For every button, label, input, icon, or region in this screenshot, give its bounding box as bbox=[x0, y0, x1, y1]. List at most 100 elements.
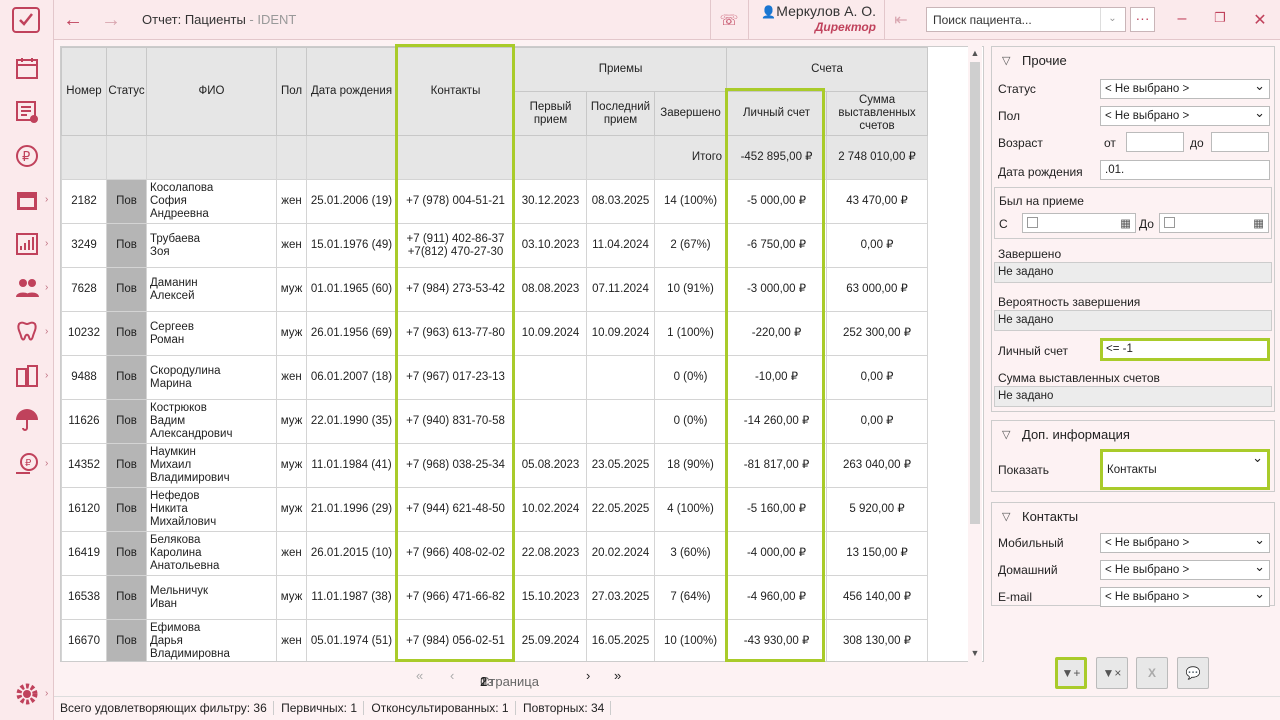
status-primary: Первичных: 1 bbox=[281, 701, 365, 715]
cell-personal: -4 000,00 ₽ bbox=[726, 531, 828, 576]
done-label: Завершено bbox=[998, 247, 1062, 261]
sex-select[interactable]: < Не выбрано > bbox=[1100, 105, 1270, 126]
header-personal-account[interactable]: Личный счет bbox=[726, 91, 828, 136]
clear-filter-button[interactable]: ▼× bbox=[1096, 657, 1128, 689]
total-sum: 2 748 010,00 ₽ bbox=[826, 135, 929, 180]
cell-fio: Ефимова Дарья Владимировна bbox=[146, 619, 277, 661]
cell-last: 10.09.2024 bbox=[586, 311, 655, 356]
cell-sum: 5 920,00 ₽ bbox=[826, 487, 929, 532]
header-first-visit[interactable]: Первый прием bbox=[514, 91, 587, 136]
app-logo-icon[interactable] bbox=[12, 7, 40, 33]
table-row[interactable]: 7628 Пов Даманин Алексей муж 01.01.1965 (60) +… bbox=[61, 267, 929, 312]
apply-filter-button[interactable]: ▼+ bbox=[1055, 657, 1087, 689]
cell-personal: -220,00 ₽ bbox=[726, 311, 828, 356]
home-select[interactable]: < Не выбрано > bbox=[1100, 559, 1270, 580]
restore-icon[interactable]: ❐ bbox=[1210, 10, 1230, 30]
phone-icon[interactable]: ☏ bbox=[716, 8, 742, 32]
cell-first: 30.12.2023 bbox=[514, 179, 587, 224]
table-row[interactable]: 16538 Пов Мельничук Иван муж 11.01.1987 (38) +… bbox=[61, 575, 929, 620]
header-done[interactable]: Завершено bbox=[653, 91, 728, 136]
visit-range-box: Был на приеме С ▦ До ▦ bbox=[994, 187, 1272, 239]
cell-fio: Скородулина Марина bbox=[146, 355, 277, 400]
ruble-icon[interactable]: ₽ bbox=[10, 140, 44, 172]
calendar-icon[interactable] bbox=[10, 52, 44, 84]
cell-dob: 26.01.2015 (10) bbox=[306, 531, 397, 576]
header-num[interactable]: Номер bbox=[61, 47, 107, 136]
personal-account-input[interactable]: <= -1 bbox=[1100, 338, 1270, 361]
header-status[interactable]: Статус bbox=[106, 47, 147, 136]
last-page-icon[interactable]: » bbox=[614, 668, 621, 683]
cell-status: Пов bbox=[106, 531, 147, 576]
page-title: Отчет: Пациенты - IDENT bbox=[142, 12, 297, 27]
first-page-icon[interactable]: « bbox=[416, 668, 423, 683]
minimize-icon[interactable]: – bbox=[1172, 10, 1192, 30]
cell-num: 16670 bbox=[61, 619, 107, 661]
show-label: Показать bbox=[998, 463, 1050, 477]
mobile-select[interactable]: < Не выбрано > bbox=[1100, 532, 1270, 553]
table-row[interactable]: 16419 Пов Белякова Каролина Анатольевна жен 26… bbox=[61, 531, 929, 576]
header-contacts[interactable]: Контакты bbox=[396, 47, 515, 136]
bills-sum-field[interactable]: Не задано bbox=[994, 386, 1272, 407]
probability-field[interactable]: Не задано bbox=[994, 310, 1272, 331]
tooth-icon[interactable] bbox=[10, 316, 44, 348]
clinic-icon[interactable] bbox=[10, 360, 44, 392]
message-button[interactable]: 💬 bbox=[1177, 657, 1209, 689]
gear-icon[interactable] bbox=[10, 678, 44, 710]
dob-input[interactable]: .01. bbox=[1100, 160, 1270, 180]
table-row[interactable]: 11626 Пов Кострюков Вадим Александрович муж 22… bbox=[61, 399, 929, 444]
cell-last: 22.05.2025 bbox=[586, 487, 655, 532]
payment-icon[interactable]: ₽ bbox=[10, 448, 44, 480]
group-title-contacts[interactable]: Контакты bbox=[992, 503, 1274, 529]
table-row[interactable]: 10232 Пов Сергеев Роман муж 26.01.1956 (69) +7… bbox=[61, 311, 929, 356]
cell-contacts: +7 (984) 056-02-51 bbox=[396, 619, 515, 661]
chevron-down-icon[interactable]: ⌄ bbox=[1100, 8, 1124, 31]
table-row[interactable]: 16120 Пов Нефедов Никита Михайлович муж 21.01.… bbox=[61, 487, 929, 532]
email-select[interactable]: < Не выбрано > bbox=[1100, 586, 1270, 607]
list-check-icon[interactable] bbox=[10, 96, 44, 128]
header-last-visit[interactable]: Последний прием bbox=[586, 91, 655, 136]
header-bills-sum[interactable]: Сумма выставленных счетов bbox=[826, 91, 929, 136]
visit-to-input[interactable]: ▦ bbox=[1159, 213, 1269, 233]
more-button[interactable]: ··· bbox=[1130, 7, 1155, 32]
prev-page-icon[interactable]: ‹ bbox=[450, 668, 454, 683]
table-row[interactable]: 2182 Пов Косолапова София Андреевна жен 25.01.… bbox=[61, 179, 929, 224]
header-dob[interactable]: Дата рождения bbox=[306, 47, 397, 136]
calendar-icon[interactable]: ▦ bbox=[1120, 216, 1131, 230]
age-from-input[interactable] bbox=[1126, 132, 1184, 152]
calendar-icon[interactable]: ▦ bbox=[1253, 216, 1264, 230]
total-label: Итого bbox=[653, 135, 728, 180]
search-input[interactable]: Поиск пациента... bbox=[926, 7, 1126, 32]
umbrella-icon[interactable] bbox=[10, 404, 44, 436]
chart-icon[interactable] bbox=[10, 228, 44, 260]
status-repeat: Повторных: 34 bbox=[522, 701, 612, 715]
forward-arrow-icon[interactable]: → bbox=[98, 8, 124, 32]
vertical-scrollbar[interactable]: ▲ ▼ bbox=[968, 46, 982, 662]
users-icon[interactable] bbox=[10, 272, 44, 304]
user-info[interactable]: 👤Меркулов А. О. Директор bbox=[758, 3, 876, 34]
status-select[interactable]: < Не выбрано > bbox=[1100, 78, 1270, 99]
cell-last: 27.03.2025 bbox=[586, 575, 655, 620]
table-row[interactable]: 3249 Пов Трубаева Зоя жен 15.01.1976 (49) +7 (… bbox=[61, 223, 929, 268]
done-field[interactable]: Не задано bbox=[994, 262, 1272, 283]
group-title-extra[interactable]: Доп. информация bbox=[992, 421, 1274, 447]
cell-num: 16538 bbox=[61, 575, 107, 620]
header-fio[interactable]: ФИО bbox=[146, 47, 277, 136]
table-row[interactable]: 9488 Пов Скородулина Марина жен 06.01.2007 (1… bbox=[61, 355, 929, 400]
age-to-input[interactable] bbox=[1211, 132, 1269, 152]
export-excel-button[interactable]: X bbox=[1136, 657, 1168, 689]
excel-icon: X bbox=[1147, 666, 1156, 680]
cell-done: 1 (100%) bbox=[653, 311, 728, 356]
table-row[interactable]: 16670 Пов Ефимова Дарья Владимировна жен 05.01… bbox=[61, 619, 929, 661]
show-select[interactable]: Контакты bbox=[1100, 449, 1270, 490]
close-icon[interactable]: ✕ bbox=[1250, 10, 1270, 30]
visit-from-input[interactable]: ▦ bbox=[1022, 213, 1136, 233]
next-page-icon[interactable]: › bbox=[586, 668, 590, 683]
logout-icon[interactable]: ⇤ bbox=[888, 8, 914, 32]
header-sex[interactable]: Пол bbox=[276, 47, 307, 136]
cell-done: 14 (100%) bbox=[653, 179, 728, 224]
group-title-other[interactable]: Прочие bbox=[992, 47, 1274, 73]
table-row[interactable]: 14352 Пов Наумкин Михаил Владимирович муж 11.0… bbox=[61, 443, 929, 488]
schedule-icon[interactable] bbox=[10, 184, 44, 216]
back-arrow-icon[interactable]: ← bbox=[60, 8, 86, 32]
cell-dob: 21.01.1996 (29) bbox=[306, 487, 397, 532]
